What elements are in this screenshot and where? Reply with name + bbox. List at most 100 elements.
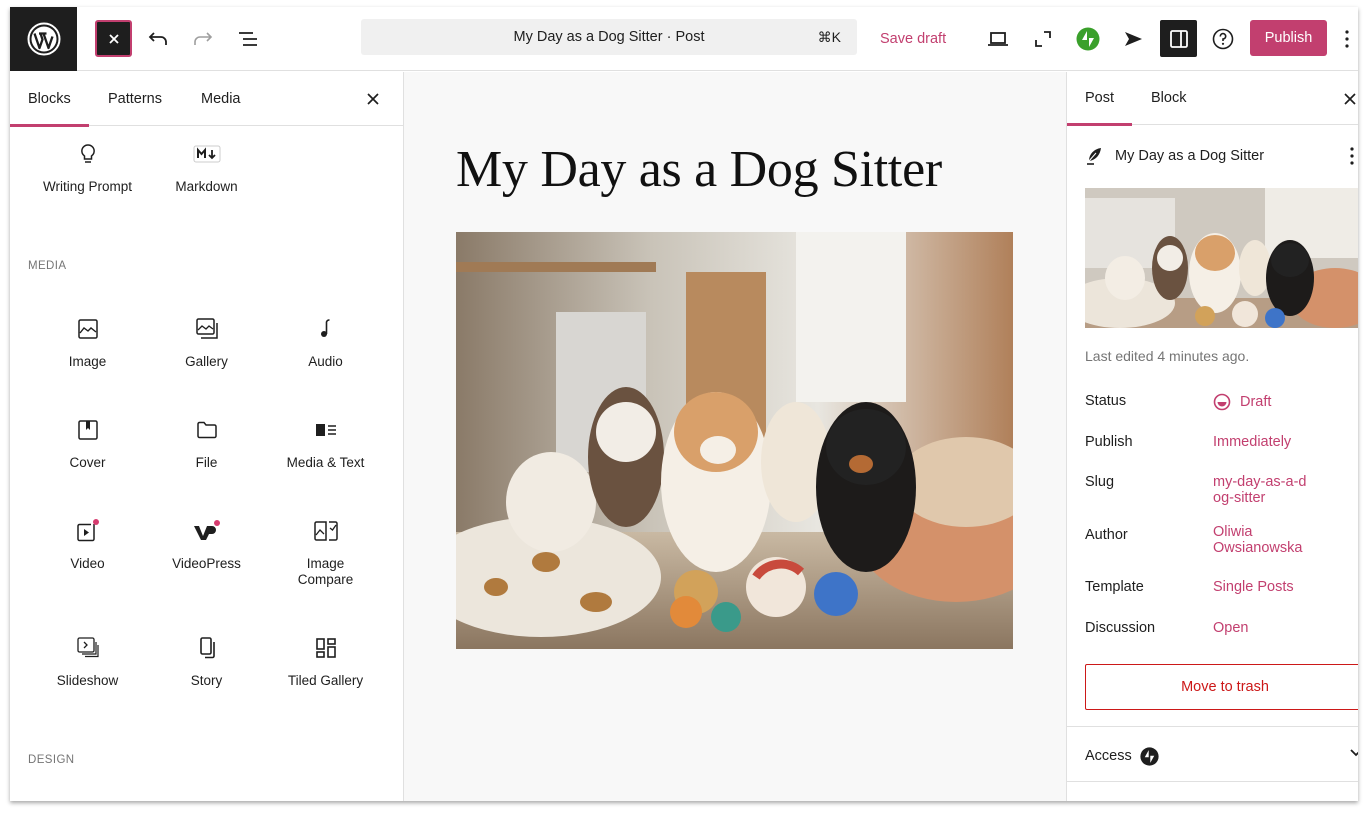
post-name: My Day as a Dog Sitter bbox=[1115, 148, 1265, 164]
block-media-text[interactable]: Media & Text bbox=[266, 416, 385, 471]
tab-blocks[interactable]: Blocks bbox=[10, 72, 89, 127]
undo-button[interactable] bbox=[140, 21, 176, 57]
command-bar-title: My Day as a Dog Sitter · Post bbox=[513, 29, 705, 45]
draft-status-icon bbox=[1213, 393, 1231, 411]
meta-label: Author bbox=[1085, 527, 1128, 543]
close-icon bbox=[1344, 93, 1356, 105]
redo-button[interactable] bbox=[185, 21, 221, 57]
save-draft-button[interactable]: Save draft bbox=[880, 21, 946, 57]
slug-button[interactable]: my-day-as-a-dog-sitter bbox=[1213, 474, 1313, 506]
block-label: Image bbox=[68, 354, 107, 369]
settings-toggle-button[interactable] bbox=[1160, 20, 1197, 57]
share-button[interactable] bbox=[1115, 21, 1151, 57]
block-inserter-panel: Blocks Patterns Media Writing Prompt Mar… bbox=[10, 72, 404, 801]
jetpack-button[interactable] bbox=[1070, 21, 1106, 57]
document-overview-button[interactable] bbox=[230, 21, 266, 57]
editor-canvas: My Day as a Dog Sitter bbox=[404, 72, 1066, 801]
block-label: Audio bbox=[308, 354, 343, 369]
preview-button[interactable] bbox=[980, 21, 1016, 57]
cover-icon bbox=[77, 420, 98, 440]
featured-image[interactable] bbox=[456, 232, 1013, 649]
block-story[interactable]: Story bbox=[147, 634, 266, 689]
section-heading-media: MEDIA bbox=[28, 260, 67, 272]
inserter-tabs: Blocks Patterns Media bbox=[10, 72, 403, 127]
post-actions-button[interactable] bbox=[1349, 146, 1355, 171]
block-videopress[interactable]: VideoPress bbox=[147, 517, 266, 572]
divider bbox=[1067, 781, 1358, 782]
block-label: Video bbox=[70, 556, 105, 571]
file-icon bbox=[196, 421, 217, 439]
block-label: Image Compare bbox=[297, 556, 354, 587]
more-vertical-icon bbox=[1350, 147, 1354, 165]
post-feather-icon bbox=[1087, 148, 1101, 165]
puppies-photo bbox=[456, 232, 1013, 649]
template-button[interactable]: Single Posts bbox=[1213, 579, 1343, 595]
undo-icon bbox=[148, 32, 167, 45]
author-button[interactable]: Oliwia Owsianowska bbox=[1213, 524, 1313, 556]
block-label: File bbox=[195, 455, 218, 470]
block-label: Tiled Gallery bbox=[287, 673, 364, 688]
jetpack-icon bbox=[1140, 746, 1159, 766]
access-panel-toggle[interactable]: Access bbox=[1085, 742, 1358, 770]
block-writing-prompt[interactable]: Writing Prompt bbox=[28, 140, 147, 195]
block-label: Story bbox=[190, 673, 223, 688]
block-file[interactable]: File bbox=[147, 416, 266, 471]
publish-date-button[interactable]: Immediately bbox=[1213, 434, 1343, 450]
tab-post[interactable]: Post bbox=[1066, 72, 1133, 126]
divider bbox=[1067, 726, 1358, 727]
close-inserter-panel-button[interactable] bbox=[361, 87, 385, 111]
move-to-trash-button[interactable]: Move to trash bbox=[1085, 664, 1358, 710]
tiled-gallery-icon bbox=[315, 638, 336, 658]
block-label: Slideshow bbox=[56, 673, 119, 688]
slideshow-icon bbox=[76, 637, 99, 658]
block-label: Writing Prompt bbox=[42, 179, 133, 194]
last-edited-text: Last edited 4 minutes ago. bbox=[1085, 348, 1250, 364]
post-title[interactable]: My Day as a Dog Sitter bbox=[456, 140, 942, 199]
video-icon bbox=[76, 519, 99, 542]
lightbulb-icon bbox=[80, 144, 95, 163]
image-icon bbox=[77, 319, 98, 339]
image-compare-icon bbox=[313, 521, 338, 541]
meta-label: Status bbox=[1085, 393, 1127, 409]
gallery-icon bbox=[195, 318, 218, 339]
section-heading-design: DESIGN bbox=[28, 754, 75, 766]
more-vertical-icon bbox=[1345, 30, 1349, 48]
videopress-icon bbox=[193, 520, 220, 540]
command-shortcut: ⌘K bbox=[817, 29, 841, 45]
top-toolbar: My Day as a Dog Sitter · Post ⌘K Save dr… bbox=[10, 7, 1358, 71]
settings-sidebar: Post Block My Day as a Dog Sitter Last e… bbox=[1066, 72, 1358, 801]
block-markdown[interactable]: Markdown bbox=[147, 140, 266, 195]
block-slideshow[interactable]: Slideshow bbox=[28, 634, 147, 689]
access-label: Access bbox=[1085, 748, 1132, 764]
block-cover[interactable]: Cover bbox=[28, 416, 147, 471]
block-gallery[interactable]: Gallery bbox=[147, 315, 266, 370]
block-image-compare[interactable]: Image Compare bbox=[266, 517, 385, 588]
close-sidebar-button[interactable] bbox=[1338, 87, 1358, 111]
discussion-button[interactable]: Open bbox=[1213, 620, 1343, 636]
command-palette-bar[interactable]: My Day as a Dog Sitter · Post ⌘K bbox=[361, 19, 857, 55]
block-tiled-gallery[interactable]: Tiled Gallery bbox=[266, 634, 385, 689]
options-menu-button[interactable] bbox=[1335, 21, 1358, 57]
close-inserter-button[interactable] bbox=[95, 20, 132, 57]
chevron-down-icon bbox=[1350, 749, 1358, 757]
close-icon bbox=[367, 93, 379, 105]
wordpress-logo-button[interactable] bbox=[10, 7, 77, 71]
help-icon bbox=[1212, 28, 1234, 50]
block-label: Cover bbox=[69, 455, 106, 470]
block-image[interactable]: Image bbox=[28, 315, 147, 370]
post-card-header: My Day as a Dog Sitter bbox=[1085, 144, 1355, 168]
tab-media[interactable]: Media bbox=[201, 72, 241, 126]
laptop-icon bbox=[988, 32, 1008, 46]
tab-block[interactable]: Block bbox=[1151, 72, 1186, 125]
block-video[interactable]: Video bbox=[28, 517, 147, 572]
fullscreen-icon bbox=[1035, 31, 1051, 47]
fullscreen-button[interactable] bbox=[1025, 21, 1061, 57]
block-audio[interactable]: Audio bbox=[266, 315, 385, 370]
tab-patterns[interactable]: Patterns bbox=[108, 72, 162, 126]
featured-image-thumbnail[interactable] bbox=[1085, 188, 1358, 328]
audio-icon bbox=[320, 319, 330, 337]
status-value-button[interactable]: Draft bbox=[1213, 393, 1343, 411]
meta-label: Publish bbox=[1085, 434, 1133, 450]
publish-button[interactable]: Publish bbox=[1250, 20, 1327, 56]
help-button[interactable] bbox=[1205, 21, 1241, 57]
